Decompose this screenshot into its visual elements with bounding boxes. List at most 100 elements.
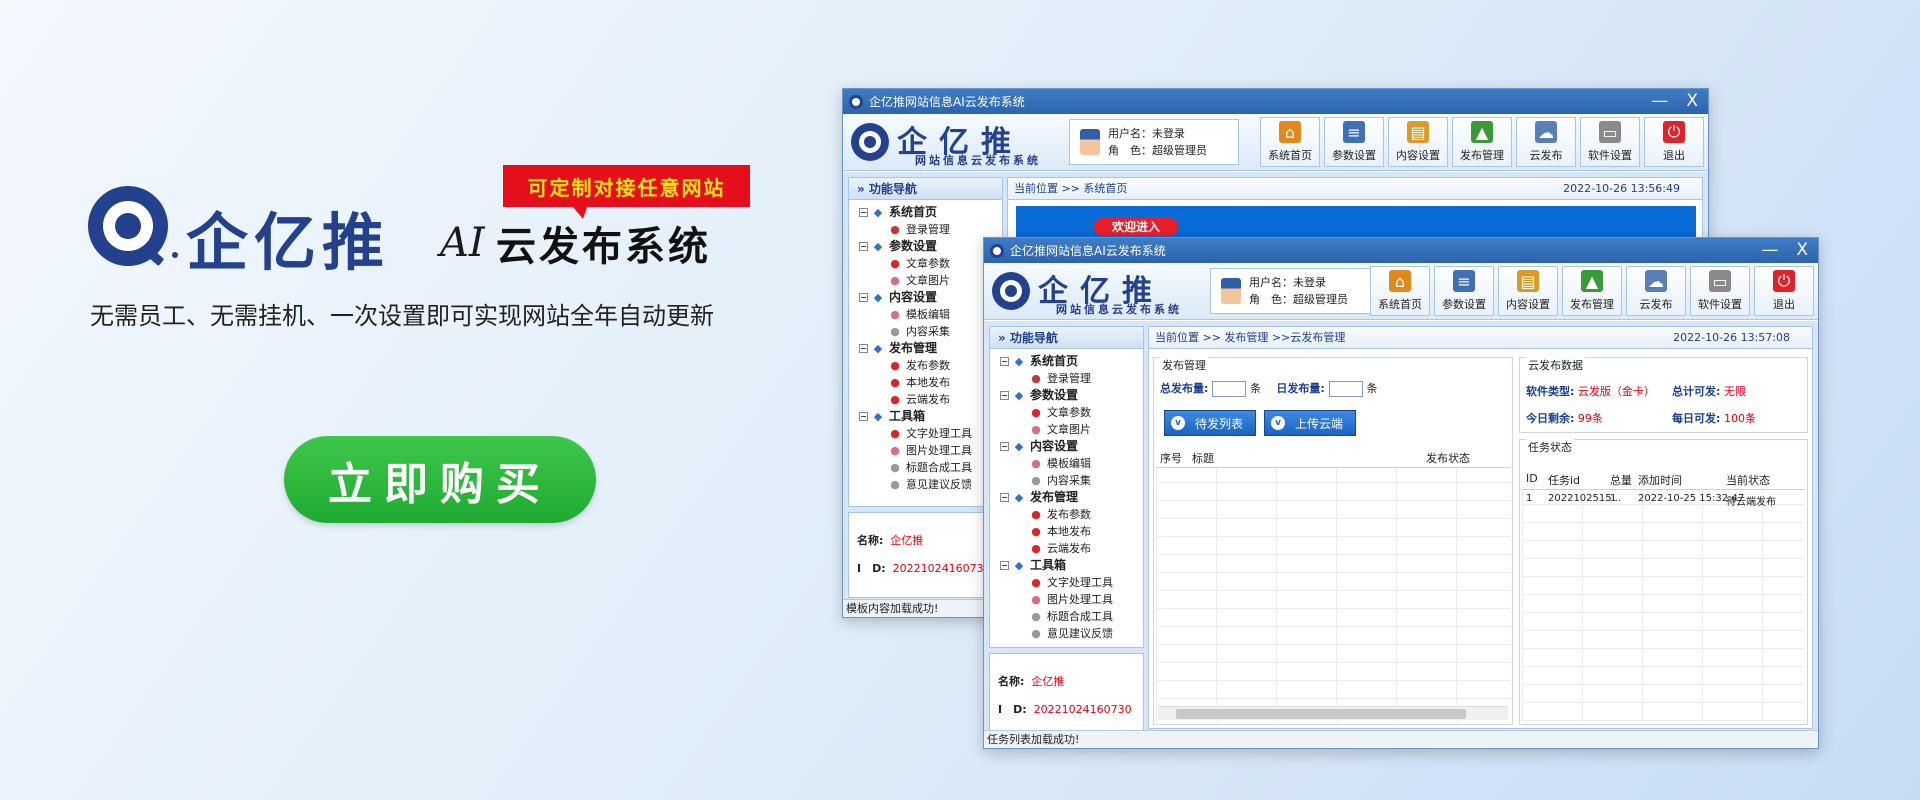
- publish-icon: ▲: [1581, 270, 1603, 292]
- nav-group[interactable]: − ◆ 发布管理: [859, 340, 1002, 357]
- toolbar-button[interactable]: ▭ 软件设置: [1580, 117, 1640, 167]
- nav-group[interactable]: − ◆ 工具箱: [1000, 557, 1143, 574]
- toolbar-button[interactable]: ▭ 软件设置: [1690, 266, 1750, 316]
- nav-group-label: 系统首页: [889, 205, 938, 219]
- app-icon: [990, 243, 1004, 258]
- collapse-icon[interactable]: −: [1000, 391, 1009, 400]
- nav-item[interactable]: ● 模板编辑: [859, 306, 1002, 323]
- toolbar-button[interactable]: ⏻ 退出: [1754, 266, 1814, 316]
- daily-input[interactable]: [1328, 381, 1363, 397]
- nav-item[interactable]: ● 文章参数: [1000, 404, 1143, 421]
- list-icon: ≡: [1453, 270, 1475, 292]
- upload-cloud-button[interactable]: v 上传云端: [1264, 410, 1356, 436]
- collapse-icon[interactable]: −: [1000, 493, 1009, 502]
- nav-item[interactable]: ● 本地发布: [859, 374, 1002, 391]
- nav-item[interactable]: ● 登录管理: [1000, 370, 1143, 387]
- nav-group[interactable]: − ◆ 参数设置: [859, 238, 1002, 255]
- collapse-icon[interactable]: −: [859, 412, 868, 421]
- nav-group[interactable]: − ◆ 系统首页: [1000, 353, 1143, 370]
- nav-item[interactable]: ● 本地发布: [1000, 523, 1143, 540]
- toolbar-button[interactable]: ☁ 云发布: [1626, 266, 1686, 316]
- collapse-icon[interactable]: −: [859, 208, 868, 217]
- collapse-icon[interactable]: −: [859, 242, 868, 251]
- item-icon: ●: [890, 256, 900, 270]
- task-table[interactable]: ID 任务id 总量 添加时间 当前状态 1 2022102515... 1 2…: [1522, 468, 1805, 722]
- total-input[interactable]: [1212, 381, 1247, 397]
- nav-item[interactable]: ● 模板编辑: [1000, 455, 1143, 472]
- toolbar-button[interactable]: ▤ 内容设置: [1498, 266, 1558, 316]
- nav-item[interactable]: ● 云端发布: [859, 391, 1002, 408]
- minimize-icon[interactable]: —: [1651, 91, 1668, 111]
- toolbar-button[interactable]: ⌂ 系统首页: [1260, 117, 1320, 167]
- toolbar-label: 云发布: [1529, 149, 1563, 162]
- nav-group[interactable]: − ◆ 发布管理: [1000, 489, 1143, 506]
- table-row[interactable]: 1 2022102515... 1 2022-10-25 15:32:47 待云…: [1522, 490, 1805, 508]
- close-icon[interactable]: X: [1686, 91, 1698, 111]
- nav-item-label: 模板编辑: [1047, 457, 1091, 470]
- toolbar-button[interactable]: ≡ 参数设置: [1434, 266, 1494, 316]
- folder-icon: ◆: [1014, 439, 1024, 453]
- nav-title: » 功能导航: [990, 327, 1143, 349]
- daily-label: 日发布量:: [1276, 382, 1325, 395]
- pending-list-button[interactable]: v 待发列表: [1164, 410, 1256, 436]
- power-icon: ⏻: [1663, 121, 1685, 143]
- nav-item[interactable]: ● 图片处理工具: [1000, 591, 1143, 608]
- nav-item[interactable]: ● 标题合成工具: [1000, 608, 1143, 625]
- nav-item[interactable]: ● 内容采集: [1000, 472, 1143, 489]
- nav-item-label: 本地发布: [906, 376, 950, 389]
- header-logo: 企亿推 网站信息云发布系统: [851, 119, 1061, 169]
- toolbar-button[interactable]: ▲ 发布管理: [1562, 266, 1622, 316]
- nav-group[interactable]: − ◆ 参数设置: [1000, 387, 1143, 404]
- folder-icon: ◆: [1014, 388, 1024, 402]
- publish-list-table[interactable]: 序号 标题 发布状态: [1156, 446, 1510, 722]
- nav-group[interactable]: − ◆ 系统首页: [859, 204, 1002, 221]
- nav-item[interactable]: ● 文字处理工具: [1000, 574, 1143, 591]
- nav-group[interactable]: − ◆ 工具箱: [859, 408, 1002, 425]
- toolbar-button[interactable]: ▲ 发布管理: [1452, 117, 1512, 167]
- nav-group[interactable]: − ◆ 内容设置: [1000, 438, 1143, 455]
- collapse-icon[interactable]: −: [859, 293, 868, 302]
- nav-item[interactable]: ● 文字处理工具: [859, 425, 1002, 442]
- nav-item[interactable]: ● 意见建议反馈: [1000, 625, 1143, 642]
- crumb-path[interactable]: >> 发布管理 >>云发布管理: [1203, 331, 1346, 344]
- horizontal-scrollbar[interactable]: [1158, 706, 1508, 720]
- toolbar-button[interactable]: ▤ 内容设置: [1388, 117, 1448, 167]
- list-icon: ≡: [1343, 121, 1365, 143]
- scrollbar-thumb[interactable]: [1176, 709, 1466, 719]
- crumb-path[interactable]: >> 系统首页: [1062, 182, 1128, 195]
- nav-item[interactable]: ● 文章图片: [859, 272, 1002, 289]
- item-icon: ●: [890, 460, 900, 474]
- nav-item-label: 云端发布: [906, 393, 950, 406]
- toolbar-button[interactable]: ≡ 参数设置: [1324, 117, 1384, 167]
- item-icon: ●: [1031, 456, 1041, 470]
- nav-item[interactable]: ● 图片处理工具: [859, 442, 1002, 459]
- collapse-icon[interactable]: −: [859, 344, 868, 353]
- collapse-icon[interactable]: −: [1000, 442, 1009, 451]
- nav-item[interactable]: ● 内容采集: [859, 323, 1002, 340]
- nav-item-label: 意见建议反馈: [906, 478, 972, 491]
- nav-item[interactable]: ● 发布参数: [859, 357, 1002, 374]
- welcome-button[interactable]: 欢迎进入: [1094, 218, 1178, 236]
- collapse-icon[interactable]: −: [1000, 357, 1009, 366]
- nav-item[interactable]: ● 标题合成工具: [859, 459, 1002, 476]
- nav-item[interactable]: ● 文章图片: [1000, 421, 1143, 438]
- collapse-icon[interactable]: −: [1000, 561, 1009, 570]
- close-icon[interactable]: X: [1796, 240, 1808, 260]
- nav-item[interactable]: ● 意见建议反馈: [859, 476, 1002, 493]
- nav-item[interactable]: ● 发布参数: [1000, 506, 1143, 523]
- nav-group[interactable]: − ◆ 内容设置: [859, 289, 1002, 306]
- buy-now-button[interactable]: 立即购买: [284, 436, 596, 523]
- toolbar-button[interactable]: ⏻ 退出: [1644, 117, 1704, 167]
- name-label: 名称:: [998, 675, 1025, 688]
- toolbar-button[interactable]: ⌂ 系统首页: [1370, 266, 1430, 316]
- minimize-icon[interactable]: —: [1761, 240, 1778, 260]
- cell-id: 1: [1526, 493, 1533, 504]
- nav-item[interactable]: ● 登录管理: [859, 221, 1002, 238]
- avatar-icon: [1221, 278, 1241, 304]
- title-bar: 企亿推网站信息AI云发布系统 — X: [843, 89, 1708, 114]
- nav-item[interactable]: ● 文章参数: [859, 255, 1002, 272]
- toolbar-label: 发布管理: [1460, 149, 1504, 162]
- item-icon: ●: [1031, 473, 1041, 487]
- nav-item[interactable]: ● 云端发布: [1000, 540, 1143, 557]
- toolbar-button[interactable]: ☁ 云发布: [1516, 117, 1576, 167]
